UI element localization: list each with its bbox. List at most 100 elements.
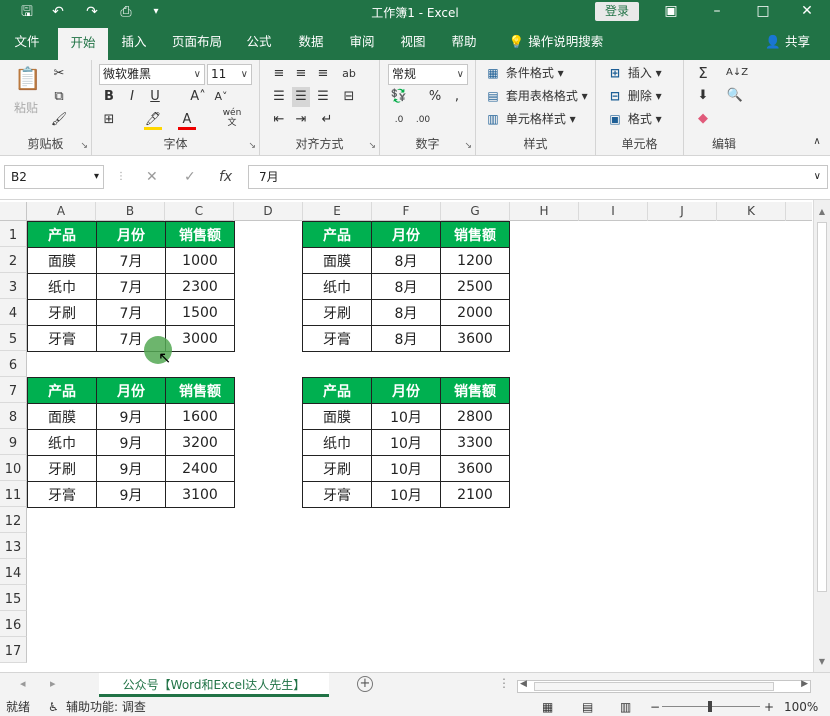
- normal-view-icon[interactable]: ▦: [542, 698, 553, 716]
- next-sheet-icon[interactable]: ▸: [50, 677, 56, 690]
- increase-decimal-icon[interactable]: .0: [390, 110, 408, 130]
- login-button[interactable]: 登录: [595, 2, 639, 21]
- data-cell[interactable]: 牙膏: [302, 481, 372, 508]
- data-cell[interactable]: 7月: [96, 273, 166, 300]
- tab-review[interactable]: 审阅: [341, 24, 383, 60]
- enter-icon[interactable]: ✓: [184, 169, 196, 185]
- decrease-decimal-icon[interactable]: .00: [414, 110, 432, 130]
- underline-icon[interactable]: U: [146, 87, 164, 107]
- tab-home[interactable]: 开始: [58, 28, 108, 60]
- sheet-tab[interactable]: 公众号【Word和Excel达人先生】: [99, 673, 329, 697]
- data-cell[interactable]: 1000: [165, 247, 235, 274]
- data-cell[interactable]: 面膜: [27, 247, 97, 274]
- data-cell[interactable]: 9月: [96, 403, 166, 430]
- font-launcher-icon[interactable]: ↘: [248, 141, 256, 151]
- align-left-icon[interactable]: ☰: [270, 87, 288, 107]
- scroll-down-icon[interactable]: ▼: [814, 654, 830, 670]
- data-cell[interactable]: 3100: [165, 481, 235, 508]
- data-cell[interactable]: 10月: [371, 481, 441, 508]
- number-format-select[interactable]: 常规 ∨: [388, 64, 468, 85]
- tab-view[interactable]: 视图: [392, 24, 434, 60]
- scroll-left-icon[interactable]: ◀: [520, 679, 527, 689]
- row-header[interactable]: 17: [0, 637, 27, 663]
- share-button[interactable]: 👤 共享: [765, 24, 810, 60]
- tab-insert[interactable]: 插入: [114, 24, 154, 60]
- decrease-indent-icon[interactable]: ⇤: [270, 110, 288, 130]
- row-header[interactable]: 14: [0, 559, 27, 585]
- header-cell[interactable]: 产品: [27, 377, 97, 404]
- data-cell[interactable]: 10月: [371, 455, 441, 482]
- name-box[interactable]: B2 ▾: [4, 165, 104, 189]
- phonetic-icon[interactable]: wén 文: [220, 108, 244, 128]
- row-header[interactable]: 16: [0, 611, 27, 637]
- middle-align-icon[interactable]: ≡: [292, 64, 310, 84]
- worksheet-grid[interactable]: ABCDEFGHIJK 1 2 3 4 5 6 7 8 9 10 11 12 13 14 15 16 17 产品…: [0, 200, 830, 672]
- delete-cells-button[interactable]: ⊟ 删除 ▾: [606, 86, 662, 106]
- data-cell[interactable]: 牙刷: [302, 299, 372, 326]
- header-cell[interactable]: 月份: [96, 377, 166, 404]
- data-cell[interactable]: 纸巾: [302, 273, 372, 300]
- column-header[interactable]: D: [234, 202, 303, 221]
- print-preview-icon[interactable]: ⎙: [116, 2, 136, 22]
- column-header[interactable]: B: [96, 202, 165, 221]
- data-cell[interactable]: 2300: [165, 273, 235, 300]
- data-cell[interactable]: 牙膏: [302, 325, 372, 352]
- column-header[interactable]: G: [441, 202, 510, 221]
- data-cell[interactable]: 牙刷: [302, 455, 372, 482]
- data-cell[interactable]: 牙刷: [27, 455, 97, 482]
- grow-font-icon[interactable]: A˄: [189, 87, 207, 107]
- zoom-slider[interactable]: [662, 701, 760, 712]
- zoom-level[interactable]: 100%: [784, 698, 818, 716]
- row-header[interactable]: 2: [0, 247, 27, 273]
- header-cell[interactable]: 产品: [302, 221, 372, 248]
- merge-center-icon[interactable]: ⊟: [340, 87, 358, 107]
- header-cell[interactable]: 销售额: [165, 221, 235, 248]
- scroll-up-icon[interactable]: ▲: [814, 204, 830, 220]
- data-cell[interactable]: 3000: [165, 325, 235, 352]
- tab-page-layout[interactable]: 页面布局: [166, 24, 228, 60]
- zoom-out-icon[interactable]: −: [650, 698, 660, 716]
- scroll-thumb[interactable]: [817, 222, 827, 592]
- row-header[interactable]: 13: [0, 533, 27, 559]
- header-cell[interactable]: 产品: [302, 377, 372, 404]
- data-cell[interactable]: 2100: [440, 481, 510, 508]
- header-cell[interactable]: 月份: [371, 377, 441, 404]
- save-icon[interactable]: 🖫: [17, 2, 37, 22]
- data-cell[interactable]: 2400: [165, 455, 235, 482]
- alignment-launcher-icon[interactable]: ↘: [368, 141, 376, 151]
- data-cell[interactable]: 牙膏: [27, 325, 97, 352]
- data-cell[interactable]: 2800: [440, 403, 510, 430]
- cut-icon[interactable]: ✂: [50, 64, 68, 84]
- accessibility-icon[interactable]: ♿: [48, 698, 59, 716]
- expand-formula-icon[interactable]: ∨: [814, 166, 821, 188]
- insert-function-icon[interactable]: fx: [219, 169, 232, 185]
- paste-label[interactable]: 粘贴: [14, 98, 38, 118]
- header-cell[interactable]: 销售额: [440, 221, 510, 248]
- data-cell[interactable]: 8月: [371, 299, 441, 326]
- data-cell[interactable]: 7月: [96, 299, 166, 326]
- tab-help[interactable]: 帮助: [443, 24, 485, 60]
- minimize-icon[interactable]: –: [694, 0, 740, 24]
- data-cell[interactable]: 7月: [96, 247, 166, 274]
- bottom-align-icon[interactable]: ≡: [314, 64, 332, 84]
- row-header[interactable]: 6: [0, 351, 27, 377]
- clipboard-launcher-icon[interactable]: ↘: [80, 141, 88, 151]
- row-header[interactable]: 8: [0, 403, 27, 429]
- data-cell[interactable]: 3600: [440, 455, 510, 482]
- customize-qat-icon[interactable]: ▾: [146, 2, 166, 22]
- format-as-table-button[interactable]: ▤ 套用表格格式 ▾: [484, 86, 587, 106]
- collapse-ribbon-icon[interactable]: ∧: [808, 132, 826, 152]
- comma-style-icon[interactable]: ,: [448, 87, 466, 107]
- font-color-icon[interactable]: A: [178, 110, 196, 130]
- data-cell[interactable]: 牙膏: [27, 481, 97, 508]
- format-painter-icon[interactable]: 🖌: [50, 110, 68, 130]
- vertical-scrollbar[interactable]: ▲ ▼: [813, 200, 830, 672]
- fill-color-icon[interactable]: 🖊: [144, 110, 162, 130]
- column-header[interactable]: H: [510, 202, 579, 221]
- split-handle-icon[interactable]: ⋮: [498, 676, 510, 690]
- row-header[interactable]: 3: [0, 273, 27, 299]
- column-header[interactable]: J: [648, 202, 717, 221]
- horizontal-scrollbar[interactable]: ◀ ▶: [517, 679, 811, 693]
- data-cell[interactable]: 8月: [371, 273, 441, 300]
- data-cell[interactable]: 面膜: [27, 403, 97, 430]
